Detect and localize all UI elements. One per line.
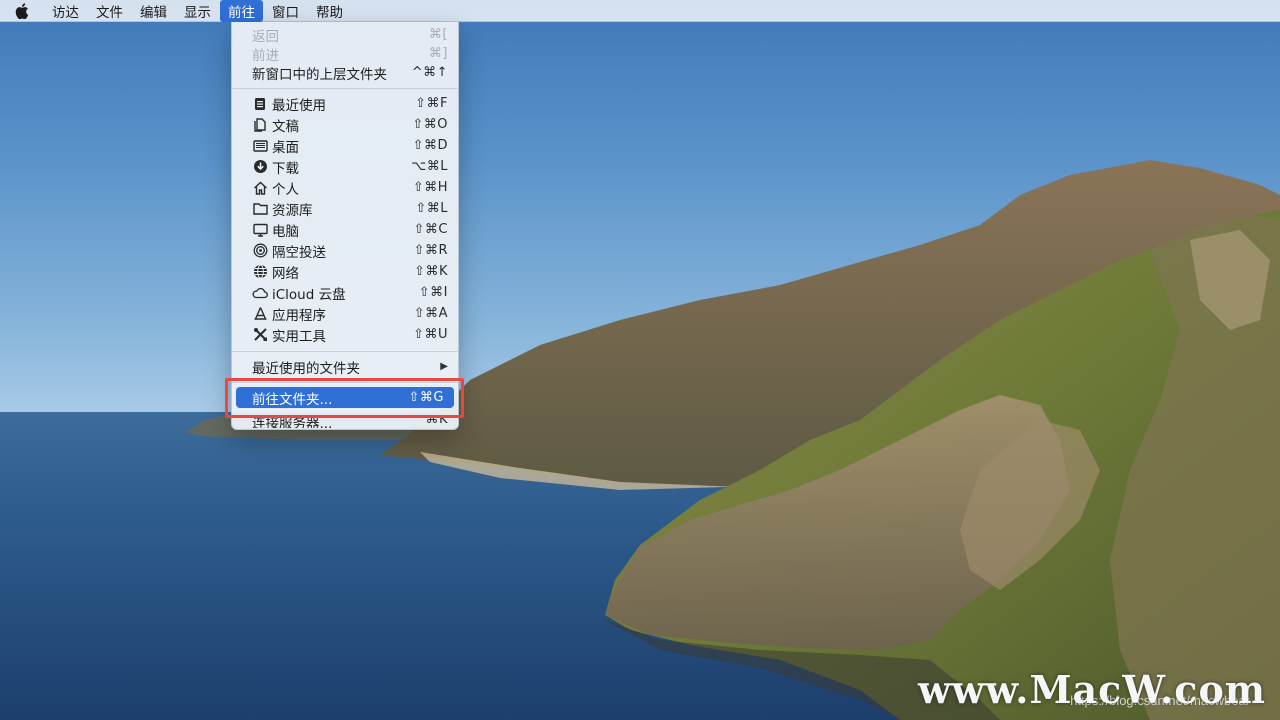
- utilities-icon: [252, 327, 268, 343]
- submenu-arrow-icon: ▶: [440, 361, 448, 372]
- menu-item-label: 隔空投送: [272, 244, 326, 261]
- menu-item-shortcut: ⇧⌘K: [414, 264, 448, 279]
- menu-item-go-to-folder[interactable]: 前往文件夹... ⇧⌘G: [236, 387, 454, 408]
- menu-item-recents[interactable]: 最近使用 ⇧⌘F: [232, 93, 458, 114]
- menu-item-label: 资源库: [272, 202, 313, 219]
- menu-item-label: 网络: [272, 265, 299, 282]
- menu-item-label: iCloud 云盘: [272, 286, 346, 303]
- menu-item-computer[interactable]: 电脑 ⇧⌘C: [232, 219, 458, 240]
- menu-item-label: 前进: [252, 47, 279, 64]
- menu-item-label: 新窗口中的上层文件夹: [252, 66, 387, 83]
- menu-view[interactable]: 显示: [176, 0, 219, 22]
- menu-bar: 访达 文件 编辑 显示 前往 窗口 帮助: [0, 0, 1280, 22]
- menu-separator: [232, 88, 458, 89]
- menu-item-shortcut: ⌘[: [428, 27, 448, 42]
- go-menu-dropdown: 返回 ⌘[ 前进 ⌘] 新窗口中的上层文件夹 ^⌘↑ 最近使用 ⇧⌘F 文稿 ⇧…: [231, 22, 459, 430]
- menu-item-shortcut: ⇧⌘U: [413, 327, 448, 342]
- menu-item-shortcut: ⇧⌘R: [413, 243, 448, 258]
- airdrop-icon: [252, 243, 268, 259]
- documents-icon: [252, 117, 268, 133]
- desktop-wallpaper: [0, 0, 1280, 720]
- menu-finder[interactable]: 访达: [44, 0, 87, 22]
- library-folder-icon: [252, 201, 268, 217]
- menu-item-library[interactable]: 资源库 ⇧⌘L: [232, 198, 458, 219]
- menu-item-shortcut: ⇧⌘F: [415, 96, 448, 111]
- menu-item-label: 连接服务器...: [252, 418, 333, 428]
- applications-icon: [252, 306, 268, 322]
- menu-window[interactable]: 窗口: [264, 0, 307, 22]
- menu-item-shortcut: ^⌘↑: [411, 65, 448, 80]
- catalina-island-landscape: [0, 160, 1280, 720]
- home-icon: [252, 180, 268, 196]
- menu-item-shortcut: ⇧⌘C: [413, 222, 448, 237]
- menu-item-documents[interactable]: 文稿 ⇧⌘O: [232, 114, 458, 135]
- menu-item-label: 实用工具: [272, 328, 326, 345]
- menu-help[interactable]: 帮助: [308, 0, 351, 22]
- menu-item-connect-server[interactable]: 连接服务器... ⌘K: [232, 418, 458, 428]
- menu-item-shortcut: ⇧⌘I: [418, 285, 448, 300]
- menu-item-shortcut: ⇧⌘D: [412, 138, 448, 153]
- menu-item-network[interactable]: 网络 ⇧⌘K: [232, 261, 458, 282]
- menu-item-label: 下载: [272, 160, 299, 177]
- menu-item-label: 最近使用的文件夹: [252, 360, 360, 377]
- menu-item-recent-folders[interactable]: 最近使用的文件夹 ▶: [232, 356, 458, 377]
- menu-item-enclosing-folder[interactable]: 新窗口中的上层文件夹 ^⌘↑: [232, 62, 458, 83]
- menu-item-label: 最近使用: [272, 97, 326, 114]
- menu-item-shortcut: ⌥⌘L: [411, 159, 448, 174]
- downloads-icon: [252, 159, 268, 175]
- apple-menu-icon[interactable]: [0, 0, 44, 22]
- menu-item-label: 桌面: [272, 139, 299, 156]
- menu-item-home[interactable]: 个人 ⇧⌘H: [232, 177, 458, 198]
- menu-item-shortcut: ⌘]: [428, 46, 448, 61]
- icloud-icon: [252, 285, 268, 301]
- menu-item-label: 个人: [272, 181, 299, 198]
- menu-separator: [232, 382, 458, 383]
- desktop-icon: [252, 138, 268, 154]
- menu-item-shortcut: ⇧⌘A: [413, 306, 448, 321]
- menu-item-downloads[interactable]: 下载 ⌥⌘L: [232, 156, 458, 177]
- menu-item-label: 应用程序: [272, 307, 326, 324]
- computer-icon: [252, 222, 268, 238]
- menu-edit[interactable]: 编辑: [132, 0, 175, 22]
- menu-item-label: 电脑: [272, 223, 299, 240]
- menu-item-shortcut: ⇧⌘O: [412, 117, 448, 132]
- menu-item-desktop[interactable]: 桌面 ⇧⌘D: [232, 135, 458, 156]
- menu-item-airdrop[interactable]: 隔空投送 ⇧⌘R: [232, 240, 458, 261]
- menu-item-icloud[interactable]: iCloud 云盘 ⇧⌘I: [232, 282, 458, 303]
- menu-separator: [232, 351, 458, 352]
- watermark-logo: www.MacW.com: [917, 667, 1266, 712]
- menu-file[interactable]: 文件: [88, 0, 131, 22]
- network-icon: [252, 264, 268, 280]
- recents-icon: [252, 96, 268, 112]
- menu-item-label: 前往文件夹...: [252, 391, 333, 408]
- menu-item-label: 文稿: [272, 118, 299, 135]
- menu-item-back[interactable]: 返回 ⌘[: [232, 24, 458, 45]
- menu-item-shortcut: ⌘K: [425, 418, 448, 427]
- menu-item-shortcut: ⇧⌘L: [415, 201, 448, 216]
- menu-item-shortcut: ⇧⌘H: [412, 180, 448, 195]
- menu-item-label: 返回: [252, 28, 279, 45]
- menu-item-applications[interactable]: 应用程序 ⇧⌘A: [232, 303, 458, 324]
- menu-go[interactable]: 前往: [220, 0, 263, 22]
- menu-item-utilities[interactable]: 实用工具 ⇧⌘U: [232, 324, 458, 345]
- menu-item-forward[interactable]: 前进 ⌘]: [232, 43, 458, 64]
- menu-item-shortcut: ⇧⌘G: [408, 390, 444, 405]
